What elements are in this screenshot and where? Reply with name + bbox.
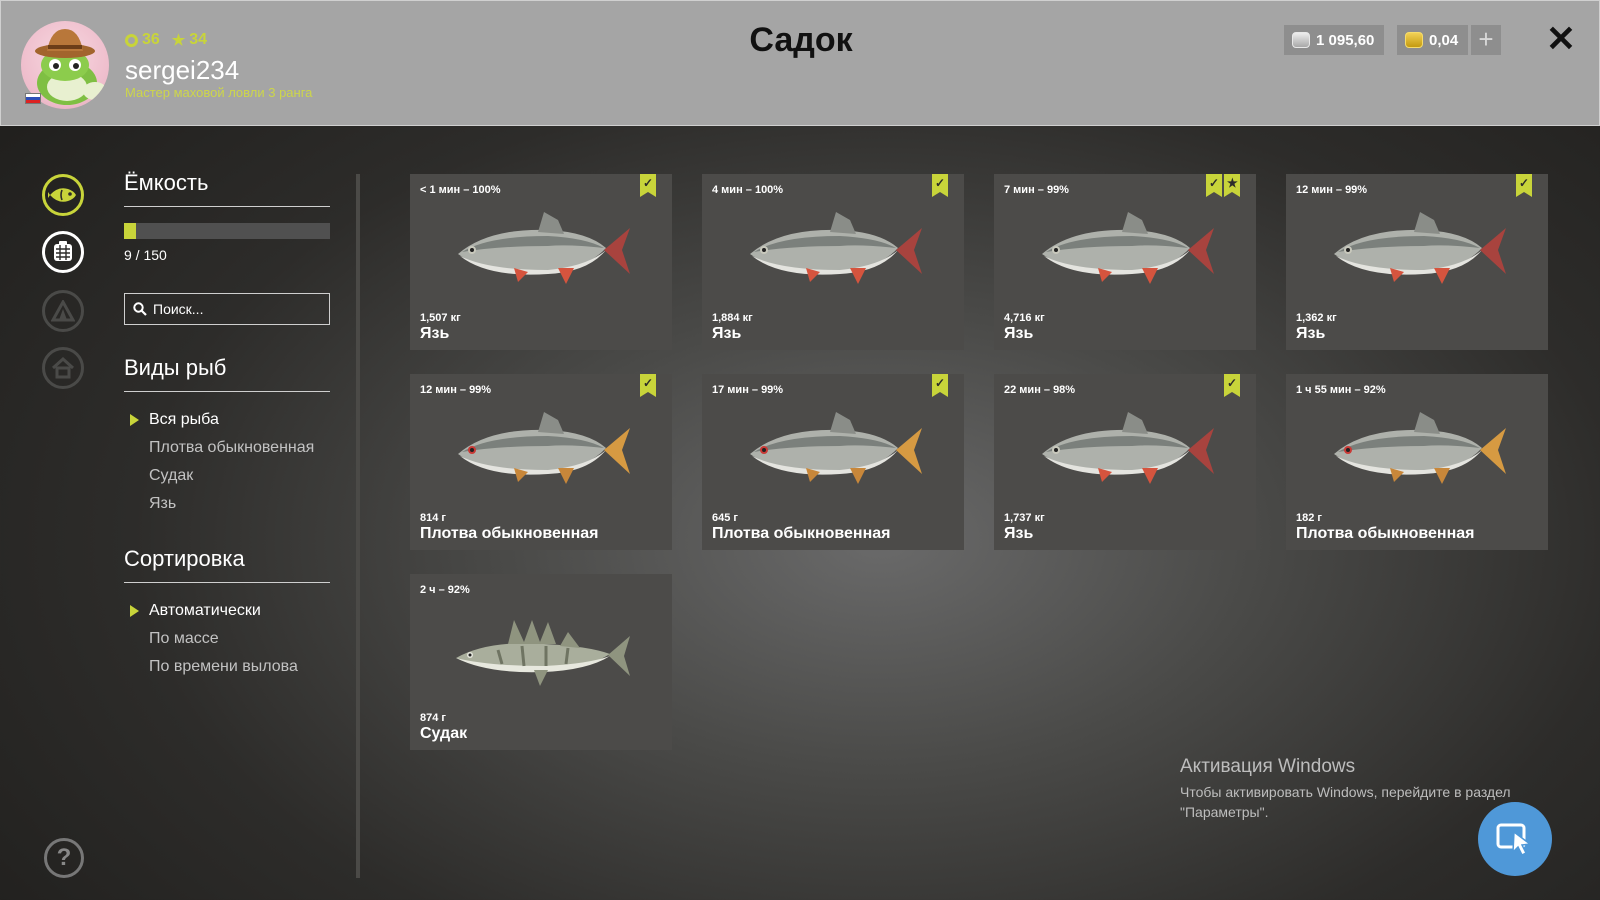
species-title: Виды рыб [124,355,330,392]
catch-time: 2 ч – 92% [420,584,470,596]
flag-icon [25,93,41,104]
catch-time: < 1 мин – 100% [420,184,501,196]
fish-card[interactable]: < 1 мин – 100% 1,507 кг Язь ✓ [410,174,672,350]
sort-item[interactable]: По времени вылова [124,653,330,681]
species-item[interactable]: Судак [124,462,330,490]
search-input[interactable] [153,301,323,317]
fish-weight: 1,884 кг [712,312,753,324]
stars-stat: ★ 34 [172,31,207,49]
bookmark-check-icon[interactable]: ✓ [1516,174,1532,197]
species-item[interactable]: Плотва обыкновенная [124,434,330,462]
fish-card[interactable]: 1 ч 55 мин – 92% 182 г Плотва обыкновенная [1286,374,1548,550]
help-icon[interactable]: ? [44,838,84,878]
gold-amount: 0,04 [1429,31,1459,49]
cursor-mode-button[interactable] [1478,802,1552,876]
search-icon [133,302,147,316]
cursor-icon [1496,823,1532,856]
bookmark-check-icon[interactable]: ✓ [1224,374,1240,397]
species-item[interactable]: Вся рыба [124,406,330,434]
bookmark-check-icon[interactable]: ✓ [640,174,656,197]
fish-card[interactable]: 7 мин – 99% 4,716 кг Язь ✓ ★ [994,174,1256,350]
home-icon[interactable] [42,347,84,389]
add-currency-button[interactable]: + [1471,25,1501,55]
star-icon: ★ [171,32,186,49]
capacity-title: Ёмкость [124,170,330,207]
gold-balance: 0,04 [1397,25,1469,55]
fish-card[interactable]: 22 мин – 98% 1,737 кг Язь ✓ [994,374,1256,550]
fish-weight: 645 г [712,512,738,524]
catch-time: 12 мин – 99% [1296,184,1368,196]
capacity-bar [124,223,330,239]
panel-divider [356,174,360,878]
username: sergei234 [125,55,240,85]
species-list: Вся рыба Плотва обыкновенная Судак Язь [124,406,330,518]
fish-name: Язь [1004,525,1034,542]
fish-name: Язь [1296,325,1326,342]
fish-card[interactable]: 12 мин – 99% 1,362 кг Язь ✓ [1286,174,1548,350]
player-rank: Мастер маховой ловли 3 ранга [125,85,313,100]
level-stat: 36 [125,31,160,49]
fish-card[interactable]: 4 мин – 100% 1,884 кг Язь ✓ [702,174,964,350]
close-button[interactable]: ✕ [1544,21,1578,57]
sorting-title: Сортировка [124,546,330,583]
fish-weight: 1,507 кг [420,312,461,324]
fish-weight: 874 г [420,712,446,724]
level-value: 36 [142,31,160,48]
search-box[interactable] [124,293,330,325]
fish-card[interactable]: 17 мин – 99% 645 г Плотва обыкновенная ✓ [702,374,964,550]
fish-weight: 182 г [1296,512,1322,524]
catch-time: 7 мин – 99% [1004,184,1069,196]
fish-card[interactable]: 12 мин – 99% 814 г Плотва обыкновенная ✓ [410,374,672,550]
fish-weight: 814 г [420,512,446,524]
fish-card[interactable]: 2 ч – 92% 874 г Судак [410,574,672,750]
fish-name: Судак [420,725,468,742]
stars-value: 34 [189,31,208,48]
catch-time: 12 мин – 99% [420,384,492,396]
fish-name: Язь [1004,325,1034,342]
bookmark-check-icon[interactable]: ✓ [640,374,656,397]
bookmark-star-icon[interactable]: ★ [1224,174,1240,197]
fish-weight: 4,716 кг [1004,312,1045,324]
sort-item[interactable]: Автоматически [124,597,330,625]
bookmark-check-icon[interactable]: ✓ [1206,174,1222,197]
species-item[interactable]: Язь [124,490,330,518]
bookmark-check-icon[interactable]: ✓ [932,174,948,197]
keepnet-icon[interactable] [42,231,84,273]
silver-balance: 1 095,60 [1284,25,1385,55]
capacity-bar-fill [124,223,137,239]
fish-name: Язь [420,325,450,342]
silver-amount: 1 095,60 [1316,31,1375,49]
player-stats: 36 ★ 34 [125,31,207,49]
watermark-title: Активация Windows [1180,756,1356,777]
fish-weight: 1,362 кг [1296,312,1337,324]
bookmark-check-icon[interactable]: ✓ [932,374,948,397]
fish-name: Плотва обыкновенная [1296,525,1475,542]
sorting-list: Автоматически По массе По времени вылова [124,597,330,681]
filter-panel: Ёмкость 9 / 150 Виды рыб Вся рыбаПлотва … [124,170,330,681]
gold-coins-icon [1405,32,1423,48]
catch-time: 1 ч 55 мин – 92% [1296,384,1386,396]
level-ring-icon [125,33,138,47]
catch-time: 17 мин – 99% [712,384,784,396]
silver-coins-icon [1292,32,1310,48]
fish-weight: 1,737 кг [1004,512,1045,524]
fish-name: Язь [712,325,742,342]
capacity-value: 9 / 150 [124,247,167,263]
fish-name: Плотва обыкновенная [420,525,599,542]
catch-time: 4 мин – 100% [712,184,784,196]
tent-icon[interactable] [42,290,84,332]
fish-icon[interactable] [42,174,84,216]
top-bar: 36 ★ 34 sergei234 Мастер маховой ловли 3… [0,0,1600,126]
sort-item[interactable]: По массе [124,625,330,653]
catch-time: 22 мин – 98% [1004,384,1076,396]
fish-name: Плотва обыкновенная [712,525,891,542]
